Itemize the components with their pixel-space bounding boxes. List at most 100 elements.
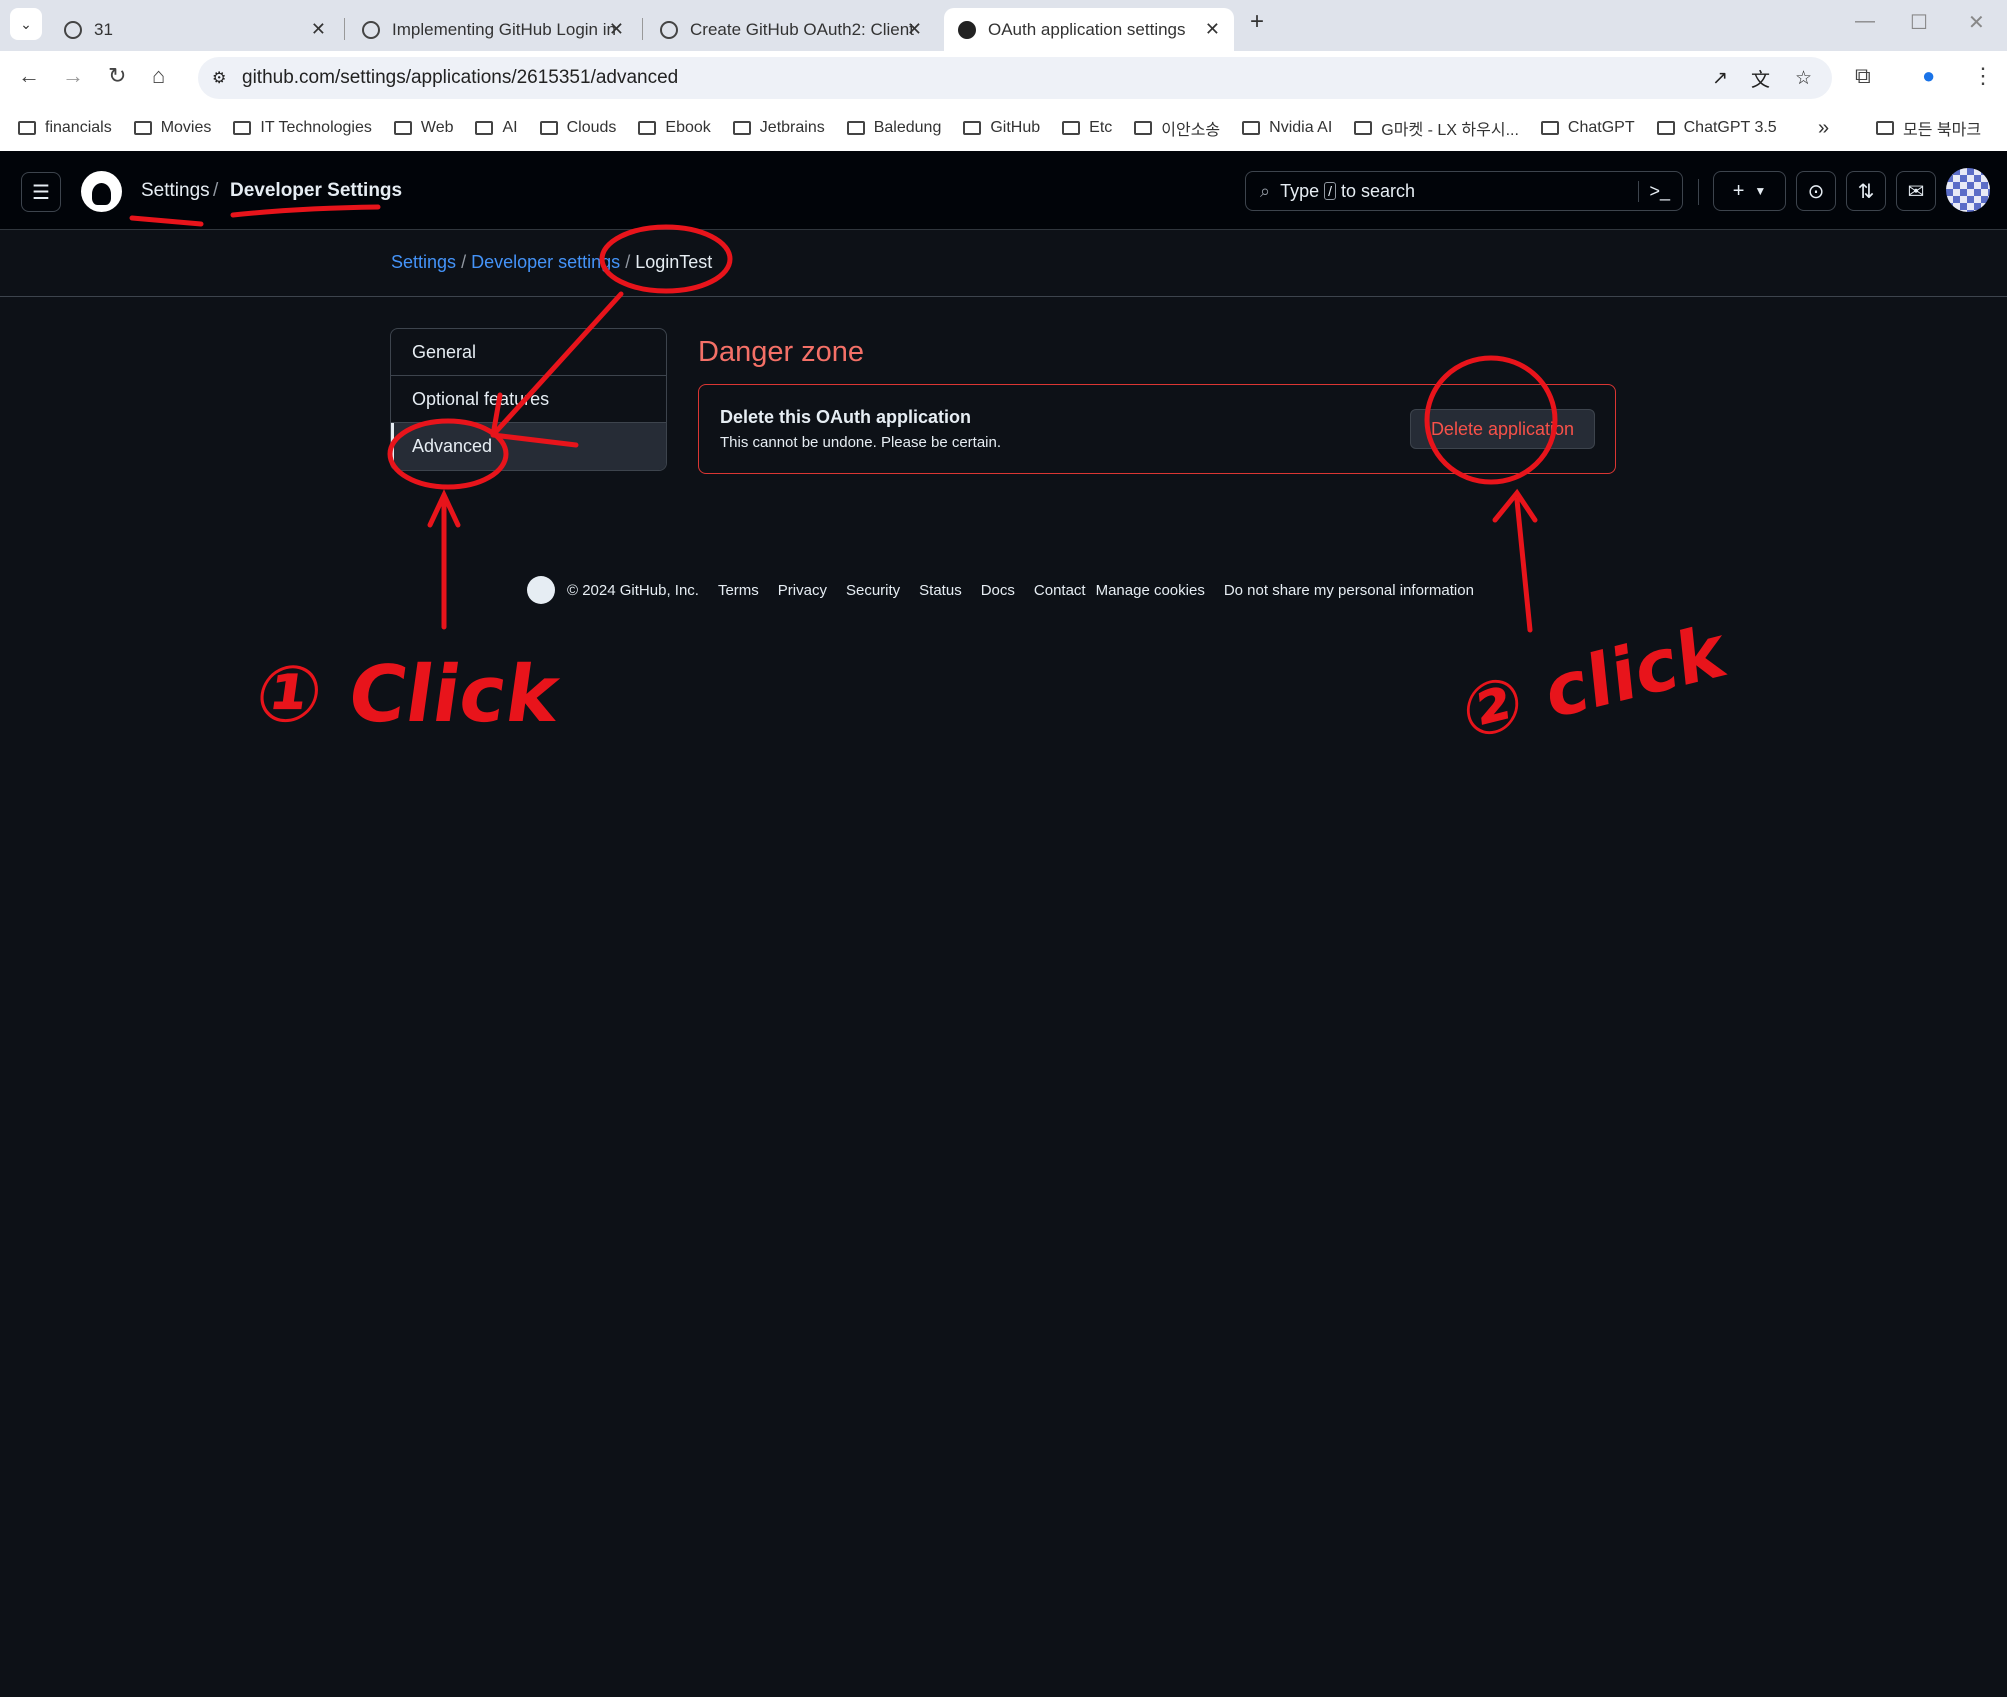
- folder-icon: [1062, 121, 1081, 135]
- folder-icon: [18, 121, 36, 135]
- footer-link-status[interactable]: Status: [919, 582, 962, 599]
- back-icon[interactable]: ←: [18, 63, 40, 89]
- annotation-step1: ① Click: [249, 650, 565, 740]
- pull-requests-icon[interactable]: ⇅: [1846, 171, 1886, 211]
- hamburger-menu-button[interactable]: ☰: [21, 172, 61, 212]
- arrow-up-advanced: [427, 489, 461, 630]
- bookmark-item[interactable]: Etc: [1062, 119, 1112, 137]
- create-new-button[interactable]: + ▼: [1713, 171, 1786, 211]
- close-tab-icon[interactable]: ✕: [311, 19, 326, 40]
- folder-icon: [846, 121, 865, 135]
- close-window-button[interactable]: ✕: [1968, 10, 1985, 35]
- translate-icon[interactable]: 文: [1751, 65, 1770, 92]
- chatgpt-icon: [64, 20, 82, 39]
- folder-icon: [1354, 121, 1373, 135]
- issues-icon[interactable]: ⊙: [1796, 171, 1836, 211]
- folder-icon: [233, 121, 252, 135]
- header-context-link[interactable]: Settings: [141, 180, 210, 202]
- footer-copyright: © 2024 GitHub, Inc.: [567, 581, 699, 599]
- bookmark-star-icon[interactable]: ☆: [1795, 67, 1812, 90]
- tab[interactable]: Implementing GitHub Login in ✕: [348, 8, 638, 51]
- bookmark-item[interactable]: ChatGPT: [1540, 119, 1635, 137]
- tab[interactable]: Create GitHub OAuth2: Client ✕: [646, 8, 936, 51]
- site-info-icon[interactable]: ⚙: [212, 68, 226, 88]
- reload-icon[interactable]: ↻: [108, 63, 126, 89]
- settings-sidebar: General Optional features Advanced: [390, 328, 667, 471]
- footer-link-do-not-share[interactable]: Do not share my personal information: [1224, 582, 1474, 599]
- header-title[interactable]: Developer Settings: [230, 180, 402, 202]
- all-bookmarks-button[interactable]: 모든 북마크: [1876, 116, 1981, 140]
- github-footer-logo-icon[interactable]: [527, 576, 555, 604]
- folder-icon: [475, 121, 494, 135]
- bookmark-item[interactable]: Movies: [133, 119, 211, 137]
- minimize-button[interactable]: —: [1855, 10, 1875, 33]
- folder-icon: [732, 121, 751, 135]
- bookmark-item[interactable]: Jetbrains: [732, 119, 825, 137]
- tab-search-button[interactable]: ⌄: [10, 8, 42, 40]
- tab-active[interactable]: OAuth application settings ✕: [944, 8, 1234, 51]
- danger-zone-title: Danger zone: [698, 336, 865, 368]
- more-bookmarks-button[interactable]: »: [1818, 117, 1829, 140]
- footer: © 2024 GitHub, Inc. Terms Privacy Securi…: [527, 576, 1493, 604]
- footer-link-privacy[interactable]: Privacy: [778, 582, 827, 599]
- command-palette-icon[interactable]: >_: [1638, 180, 1670, 202]
- profile-icon[interactable]: ●: [1922, 63, 1935, 89]
- bookmark-item[interactable]: financials: [18, 119, 112, 137]
- delete-application-button[interactable]: Delete application: [1410, 409, 1595, 449]
- bookmark-item[interactable]: Nvidia AI: [1242, 119, 1332, 137]
- close-tab-icon[interactable]: ✕: [609, 19, 624, 40]
- bookmark-item[interactable]: GitHub: [963, 119, 1040, 137]
- folder-icon: [1242, 121, 1261, 135]
- home-icon[interactable]: ⌂: [152, 63, 165, 89]
- chatgpt-icon: [362, 20, 380, 39]
- breadcrumb-current: LoginTest: [635, 252, 713, 272]
- menu-icon[interactable]: ⋮: [1972, 63, 1994, 89]
- bookmark-item[interactable]: 이안소송: [1134, 116, 1220, 140]
- bookmark-item[interactable]: Ebook: [638, 119, 711, 137]
- open-in-app-icon[interactable]: ↗: [1712, 67, 1728, 90]
- github-header: ☰ Settings / Developer Settings ⌕ Type /…: [0, 151, 2007, 230]
- breadcrumb-settings[interactable]: Settings: [391, 252, 456, 272]
- close-tab-icon[interactable]: ✕: [907, 19, 922, 40]
- footer-link-manage-cookies[interactable]: Manage cookies: [1096, 582, 1205, 599]
- delete-app-description: This cannot be undone. Please be certain…: [720, 434, 1002, 451]
- bookmark-item[interactable]: Baledung: [846, 119, 941, 137]
- footer-link-security[interactable]: Security: [846, 582, 900, 599]
- bookmark-item[interactable]: ChatGPT 3.5: [1656, 119, 1777, 137]
- search-input[interactable]: ⌕ Type / to search >_: [1245, 171, 1683, 211]
- close-tab-icon[interactable]: ✕: [1205, 19, 1220, 40]
- folder-icon: [1540, 121, 1559, 135]
- inbox-icon[interactable]: ✉: [1896, 171, 1936, 211]
- bookmark-item[interactable]: Clouds: [539, 119, 616, 137]
- folder-icon: [1876, 121, 1894, 135]
- forward-icon[interactable]: →: [62, 63, 84, 89]
- bookmark-item[interactable]: AI: [475, 119, 518, 137]
- maximize-button[interactable]: ☐: [1910, 10, 1928, 35]
- bookmarks-bar: financials Movies IT Technologies Web AI Clou…: [0, 105, 2007, 151]
- chatgpt-icon: [660, 20, 678, 39]
- url-input[interactable]: ⚙ github.com/settings/applications/26153…: [198, 57, 1832, 99]
- extensions-icon[interactable]: ⧉: [1855, 63, 1871, 89]
- github-logo-icon[interactable]: [81, 171, 122, 212]
- folder-icon: [963, 121, 982, 135]
- avatar[interactable]: [1946, 168, 1990, 212]
- search-icon: ⌕: [1260, 180, 1271, 201]
- breadcrumb-developer-settings[interactable]: Developer settings: [471, 252, 620, 272]
- arrow-up-delete: [1492, 488, 1538, 633]
- bookmark-item[interactable]: IT Technologies: [233, 119, 372, 137]
- sidebar-item-advanced[interactable]: Advanced: [391, 423, 666, 470]
- folder-icon: [1656, 121, 1675, 135]
- new-tab-button[interactable]: +: [1250, 8, 1264, 36]
- folder-icon: [393, 121, 412, 135]
- danger-zone-box: Delete this OAuth application This canno…: [698, 384, 1616, 474]
- bookmark-item[interactable]: Web: [393, 119, 453, 137]
- tab[interactable]: 31 ✕: [50, 8, 340, 51]
- footer-link-contact[interactable]: Contact: [1034, 582, 1086, 599]
- footer-link-terms[interactable]: Terms: [718, 582, 759, 599]
- sidebar-item-general[interactable]: General: [391, 329, 666, 376]
- footer-link-docs[interactable]: Docs: [981, 582, 1015, 599]
- sidebar-item-optional-features[interactable]: Optional features: [391, 376, 666, 423]
- bookmark-item[interactable]: G마켓 - LX 하우시...: [1354, 116, 1519, 140]
- folder-icon: [133, 121, 152, 135]
- folder-icon: [1134, 121, 1153, 135]
